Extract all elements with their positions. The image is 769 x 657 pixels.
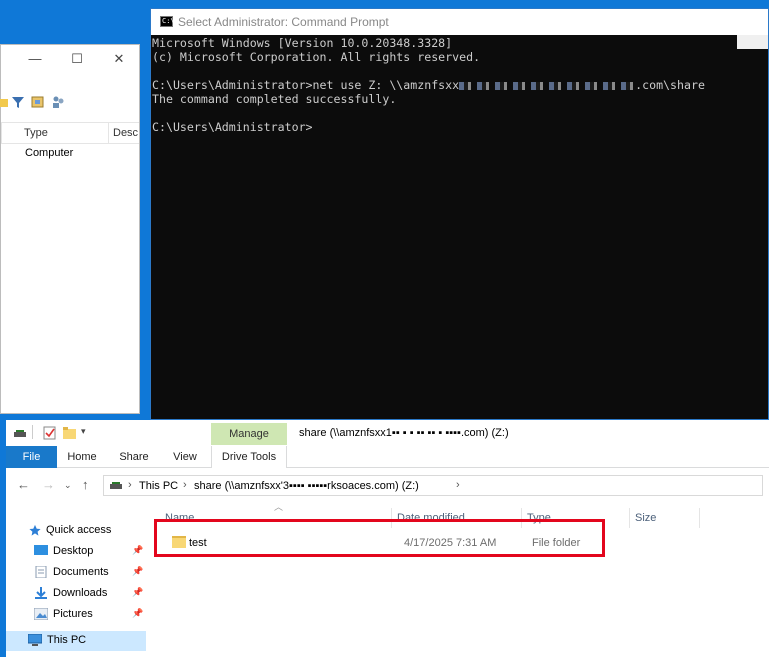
redacted-hostname (459, 81, 636, 90)
breadcrumb-share[interactable]: share (\\amznfsxx'3▪▪▪▪ ▪▪▪▪▪rksoaces.co… (194, 480, 419, 492)
highlight-annotation-box (154, 519, 605, 557)
qat-separator (32, 425, 33, 439)
navigation-bar: ← → ⌄ ↑ › This PC › share (\\amznfsxx'3▪… (6, 473, 769, 497)
tab-manage[interactable]: Manage (211, 423, 287, 445)
cmd-line-prompt: C:\Users\Administrator> (152, 120, 313, 134)
nav-label: Documents (53, 566, 109, 578)
pictures-icon (34, 608, 48, 620)
bg-row-type: Computer (25, 147, 74, 159)
cmd-line-success: The command completed successfully. (152, 92, 397, 106)
cmd-window-title: Select Administrator: Command Prompt (178, 15, 389, 29)
tab-view[interactable]: View (166, 446, 204, 468)
toolbar-folder-icon[interactable] (0, 95, 9, 109)
nav-label: Downloads (53, 587, 108, 599)
bg-title-bar: — ☐ ✕ (1, 45, 139, 75)
bg-column-header: Type Desc (1, 122, 139, 144)
nav-label: Pictures (53, 608, 93, 620)
new-folder-icon[interactable] (63, 427, 76, 439)
pin-icon: 📌 (132, 545, 144, 555)
pin-icon: 📌 (132, 587, 144, 597)
cmd-console-output[interactable]: Microsoft Windows [Version 10.0.20348.33… (152, 36, 705, 134)
nav-item-quick-access[interactable]: Quick access (6, 521, 146, 541)
minimize-button[interactable]: — (27, 51, 43, 66)
star-icon (29, 524, 41, 536)
breadcrumb-chevron-icon[interactable]: › (456, 479, 460, 491)
documents-icon (35, 566, 47, 578)
breadcrumb-chevron-icon[interactable]: › (128, 479, 132, 491)
computer-icon (28, 634, 42, 646)
nav-label: Quick access (46, 524, 112, 536)
pin-icon: 📌 (132, 566, 144, 576)
forward-arrow-icon[interactable]: → (42, 477, 55, 492)
nav-item-desktop[interactable]: Desktop 📌 (6, 542, 146, 562)
back-arrow-icon[interactable]: ← (17, 477, 30, 492)
nav-item-documents[interactable]: Documents 📌 (6, 563, 146, 583)
download-icon (35, 587, 47, 599)
close-button[interactable]: ✕ (111, 51, 127, 67)
command-prompt-window[interactable]: C:\ Select Administrator: Command Prompt… (150, 8, 769, 420)
cmd-line-version: Microsoft Windows [Version 10.0.20348.33… (152, 36, 453, 50)
cmd-line-net-use: C:\Users\Administrator>net use Z: \\amzn… (152, 78, 705, 92)
desktop-icon (34, 545, 48, 555)
properties-icon[interactable] (31, 95, 45, 109)
nav-item-downloads[interactable]: Downloads 📌 (6, 584, 146, 604)
tab-file[interactable]: File (6, 446, 57, 468)
breadcrumb-this-pc[interactable]: This PC (139, 480, 178, 492)
nav-item-this-pc[interactable]: This PC (6, 631, 146, 651)
column-description[interactable]: Desc (113, 127, 138, 139)
nav-label: Desktop (53, 545, 94, 557)
explorer-window-title: share (\\amznfsxx1▪▪ ▪ ▪ ▪▪ ▪▪ ▪ ▪▪▪▪.co… (299, 427, 509, 439)
column-size[interactable]: Size (635, 512, 656, 524)
up-arrow-icon[interactable]: ↑ (82, 477, 89, 492)
qat-dropdown-icon[interactable]: ▾ (81, 426, 86, 437)
tab-share[interactable]: Share (114, 446, 154, 468)
address-drive-icon (110, 482, 122, 489)
sort-up-icon: ︿ (274, 502, 284, 512)
breadcrumb-chevron-icon[interactable]: › (183, 479, 187, 491)
maximize-button[interactable]: ☐ (69, 51, 85, 67)
ribbon-tabs: File Home Share View Drive Tools (6, 446, 769, 468)
background-window: — ☐ ✕ Type Desc Computer (0, 44, 140, 414)
cmd-app-icon: C:\ (160, 16, 175, 27)
column-type[interactable]: Type (24, 127, 48, 139)
cmd-title-bar[interactable]: C:\ Select Administrator: Command Prompt (151, 9, 768, 35)
filter-icon[interactable] (11, 95, 25, 109)
bg-toolbar (0, 95, 139, 115)
drive-icon[interactable] (13, 429, 27, 439)
nav-item-pictures[interactable]: Pictures 📌 (6, 605, 146, 625)
cmd-scrollbar[interactable] (737, 35, 768, 49)
tab-drive-tools[interactable]: Drive Tools (211, 446, 287, 468)
users-icon[interactable] (51, 95, 65, 109)
recent-locations-chevron-icon[interactable]: ⌄ (64, 480, 72, 491)
pin-icon: 📌 (132, 608, 144, 618)
nav-label: This PC (47, 634, 87, 646)
properties-check-icon[interactable] (43, 426, 56, 440)
tab-home[interactable]: Home (62, 446, 102, 468)
address-bar[interactable]: › This PC › share (\\amznfsxx'3▪▪▪▪ ▪▪▪▪… (103, 475, 763, 496)
cmd-line-copyright: (c) Microsoft Corporation. All rights re… (152, 50, 481, 64)
navigation-pane: Quick access Desktop 📌 Documents 📌 Downl… (6, 508, 146, 657)
